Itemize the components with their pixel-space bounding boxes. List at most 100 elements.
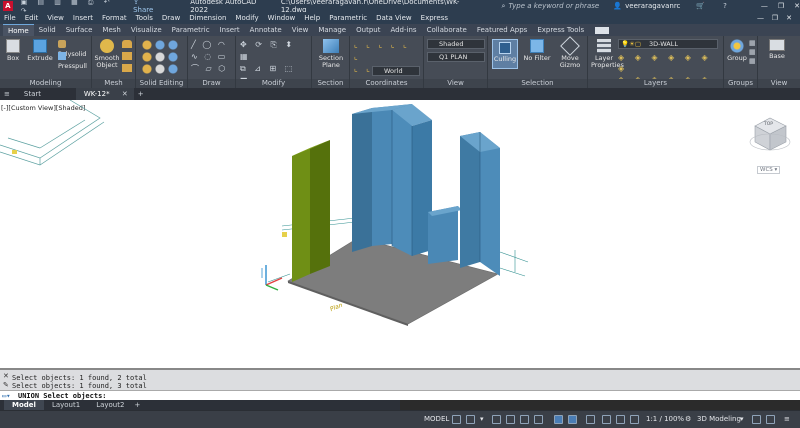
blue-wall-right[interactable] — [460, 132, 500, 276]
tab-insert[interactable]: Insert — [215, 24, 245, 36]
help-icon[interactable]: ? — [723, 2, 727, 10]
layer-properties-button[interactable]: Layer Properties — [591, 39, 624, 69]
menu-file[interactable]: File — [4, 14, 16, 22]
window-min-icon[interactable]: — — [757, 14, 764, 22]
panel-title-draw[interactable]: Draw — [188, 79, 235, 88]
menu-window[interactable]: Window — [268, 14, 296, 22]
workspace-switch[interactable]: 3D Modeling — [697, 415, 741, 423]
extrude-button[interactable]: Extrude — [26, 39, 54, 62]
panel-title-layers[interactable]: Layers — [588, 79, 723, 88]
annotation-scale[interactable]: 1:1 / 100% — [646, 415, 684, 423]
new-tab-icon[interactable]: + — [138, 90, 144, 98]
3d-osnap-icon[interactable] — [568, 415, 577, 424]
menu-format[interactable]: Format — [102, 14, 127, 22]
culling-button[interactable]: Culling — [492, 39, 518, 69]
panel-title-view[interactable]: View — [424, 79, 487, 88]
ucs-dropdown[interactable]: World — [372, 66, 420, 76]
customize-status-icon[interactable]: ≡ — [784, 415, 790, 423]
insertion-marker[interactable] — [282, 232, 287, 237]
tab-collaborate[interactable]: Collaborate — [422, 24, 472, 36]
move-gizmo-button[interactable]: Move Gizmo — [555, 36, 585, 69]
menu-parametric[interactable]: Parametric — [329, 14, 367, 22]
user-icon[interactable]: 👤 — [613, 2, 622, 10]
partial-object-top-left[interactable] — [0, 100, 105, 166]
panel-title-coordinates[interactable]: Coordinates — [350, 79, 423, 88]
tab-featured-apps[interactable]: Featured Apps — [472, 24, 532, 36]
close-icon[interactable]: ✕ — [794, 2, 800, 10]
object-snap-icon[interactable] — [554, 415, 563, 424]
layer-dropdown[interactable]: 💡☀▢ 3D-WALL — [618, 39, 718, 49]
viewcube-top-label[interactable]: TOP — [764, 122, 773, 127]
cart-icon[interactable]: 🛒 — [696, 2, 705, 10]
model-space-toggle[interactable]: MODEL — [424, 415, 449, 423]
search-icon[interactable]: ⌕ — [502, 2, 506, 11]
panel-title-solid-editing[interactable]: Solid Editing — [136, 79, 187, 88]
isodraft-icon[interactable] — [520, 415, 529, 424]
draw-tools-icon[interactable]: ╱ ◯ ◠ ∿ ◌ ▭ ⌒ ▱ ⬡ — [191, 39, 233, 75]
layout-tab-layout2[interactable]: Layout2 — [88, 400, 132, 410]
autocad-logo-icon[interactable]: A — [3, 1, 13, 11]
tab-view[interactable]: View — [287, 24, 314, 36]
menu-dimension[interactable]: Dimension — [189, 14, 226, 22]
ortho-icon[interactable] — [492, 415, 501, 424]
menu-help[interactable]: Help — [304, 14, 320, 22]
menu-hamburger-icon[interactable]: ≡ — [4, 90, 10, 98]
section-plane-button[interactable]: Section Plane — [316, 39, 346, 69]
tab-mesh[interactable]: Mesh — [97, 24, 125, 36]
minimize-icon[interactable]: — — [761, 2, 768, 10]
command-customize-icon[interactable]: ✎ — [3, 381, 9, 389]
group-button[interactable]: Group — [726, 39, 748, 62]
menu-draw[interactable]: Draw — [162, 14, 180, 22]
isolate-objects-icon[interactable] — [766, 415, 775, 424]
user-name[interactable]: veeraragavanrc — [625, 2, 680, 10]
ucs-axis-icon[interactable] — [261, 265, 283, 291]
mesh-tools-icon[interactable] — [122, 40, 132, 76]
tab-visualize[interactable]: Visualize — [126, 24, 167, 36]
tab-express-tools[interactable]: Express Tools — [532, 24, 589, 36]
gizmo-toggle-icon[interactable] — [616, 415, 625, 424]
smooth-object-button[interactable]: Smooth Object — [94, 39, 120, 69]
command-close-icon[interactable]: ✕ — [3, 372, 9, 380]
ucs-tools-icon[interactable]: ⌞ ⌞ ⌞ ⌞ ⌞ ⌞⌞ ⌞ ⌞ ⌞ ⌞ ⌞ — [354, 39, 420, 85]
layer-tools-icon[interactable]: ◈ ◈ ◈ ◈ ◈ ◈ ◈◈ ◈ ◈ ◈ ◈ ◈ ◈ — [618, 52, 718, 95]
presspull-button[interactable]: Presspull — [58, 52, 91, 70]
status-menu-icon[interactable]: ▾ — [480, 415, 484, 423]
drawing-viewport[interactable]: [-][Custom View][Shaded] TOP WCS ▾ Plan — [0, 100, 800, 368]
tab-home[interactable]: Home — [3, 24, 34, 36]
no-filter-button[interactable]: No Filter — [522, 39, 552, 62]
search-input[interactable]: Type a keyword or phrase — [508, 2, 599, 10]
base-button[interactable]: Base — [764, 39, 790, 60]
add-layout-icon[interactable]: + — [134, 401, 140, 409]
tab-add-ins[interactable]: Add-ins — [385, 24, 421, 36]
object-snap-tracking-icon[interactable] — [534, 415, 543, 424]
workspace-chevron-icon[interactable]: ▾ — [740, 415, 744, 423]
doc-tab-close-icon[interactable]: ✕ — [122, 90, 128, 98]
box-button[interactable]: Box — [3, 39, 23, 62]
grid-icon[interactable] — [452, 415, 461, 424]
menu-data-view[interactable]: Data View — [376, 14, 412, 22]
doc-tab-start[interactable]: Start — [16, 88, 76, 100]
panel-title-groups[interactable]: Groups — [724, 79, 757, 88]
command-input[interactable]: UNION Select objects: — [18, 392, 107, 400]
window-close-icon[interactable]: ✕ — [786, 14, 792, 22]
panel-title-modify[interactable]: Modify — [236, 79, 311, 88]
tab-manage[interactable]: Manage — [313, 24, 351, 36]
tab-surface[interactable]: Surface — [61, 24, 98, 36]
menu-edit[interactable]: Edit — [25, 14, 39, 22]
tab-annotate[interactable]: Annotate — [245, 24, 287, 36]
solid-editing-tools-icon[interactable] — [140, 39, 184, 75]
layout-tab-layout1[interactable]: Layout1 — [44, 400, 88, 410]
menu-express[interactable]: Express — [421, 14, 448, 22]
annotation-visibility-icon[interactable] — [630, 415, 639, 424]
visual-style-dropdown[interactable]: Shaded — [427, 39, 485, 49]
layout-tab-model[interactable]: Model — [4, 400, 44, 410]
selection-filter-icon[interactable] — [602, 415, 611, 424]
blue-wall-l-section[interactable] — [352, 104, 432, 256]
dynamic-ucs-icon[interactable] — [586, 415, 595, 424]
wcs-menu[interactable]: WCS ▾ — [757, 166, 781, 174]
panel-title-view2[interactable]: View — [758, 79, 800, 88]
menu-modify[interactable]: Modify — [235, 14, 258, 22]
named-view-dropdown[interactable]: Q1 PLAN — [427, 52, 485, 62]
tab-parametric[interactable]: Parametric — [167, 24, 215, 36]
panel-title-section[interactable]: Section — [312, 79, 349, 88]
